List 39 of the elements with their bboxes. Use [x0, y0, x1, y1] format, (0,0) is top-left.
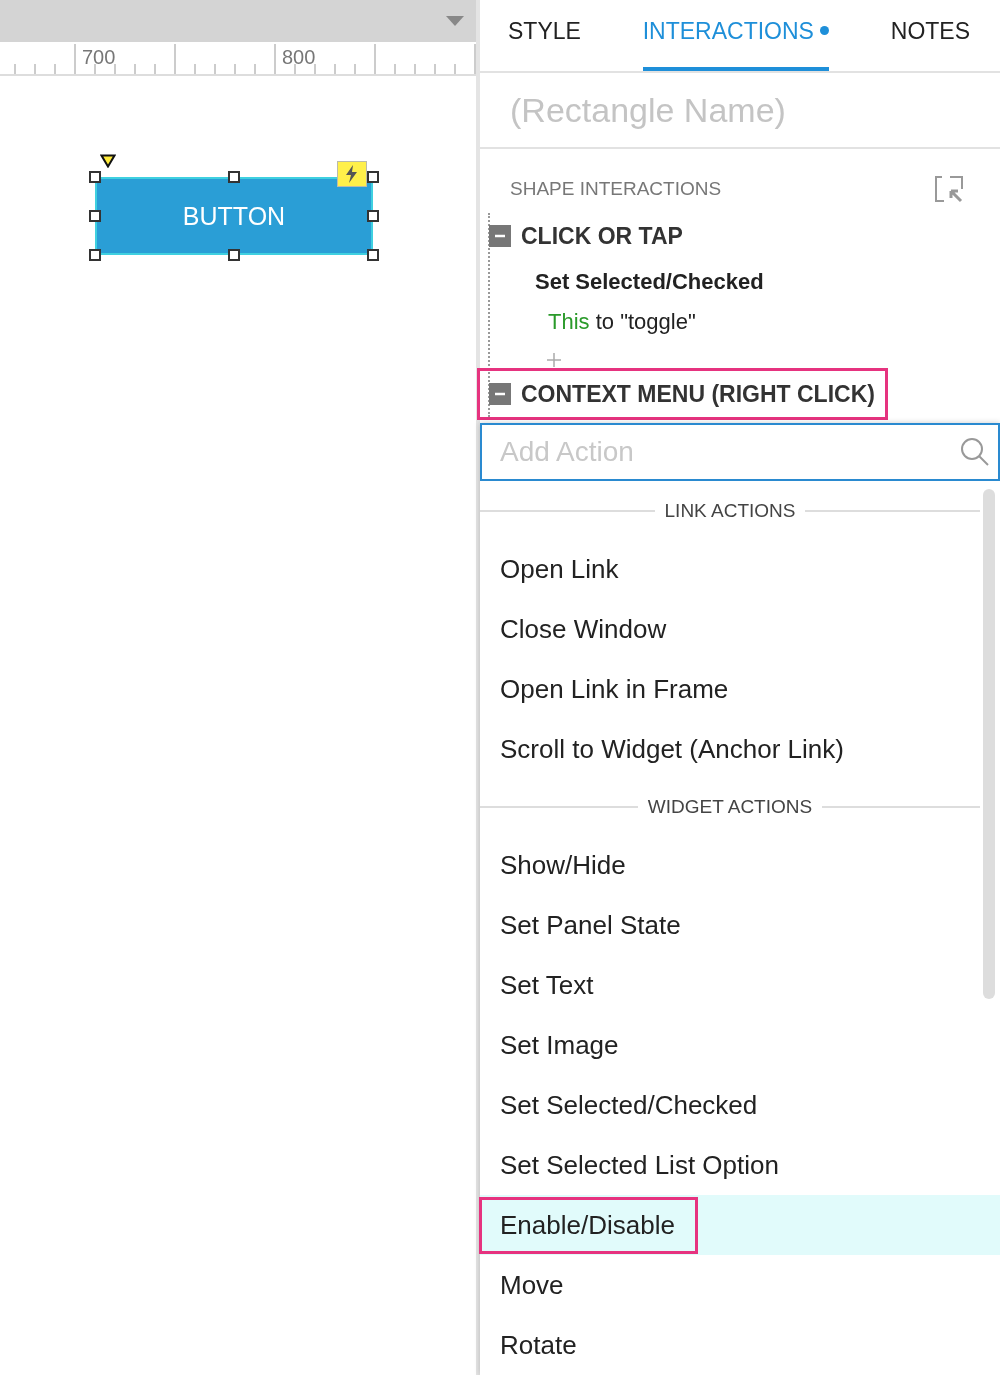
event-header[interactable]: CLICK OR TAP	[480, 213, 693, 259]
action-item[interactable]: Open Link in Frame	[480, 659, 1000, 719]
action-item[interactable]: Set Selected List Option	[480, 1135, 1000, 1195]
action-item[interactable]: Set Panel State	[480, 895, 1000, 955]
scrollbar[interactable]	[983, 489, 995, 999]
action-item[interactable]: Move	[480, 1255, 1000, 1315]
resize-handle[interactable]	[367, 210, 379, 222]
resize-handle[interactable]	[367, 171, 379, 183]
section-title: SHAPE INTERACTIONS	[510, 178, 722, 200]
resize-handle[interactable]	[89, 171, 101, 183]
resize-handle[interactable]	[228, 171, 240, 183]
ruler-label: 700	[82, 46, 116, 69]
triangle-marker-icon	[100, 154, 116, 168]
action-item[interactable]: Open Link	[480, 539, 1000, 599]
tab[interactable]: STYLE	[508, 0, 581, 71]
widget-label: BUTTON	[182, 201, 286, 231]
collapse-panel-icon[interactable]	[934, 175, 964, 203]
action-item[interactable]: Set Text	[480, 955, 1000, 1015]
resize-handle[interactable]	[89, 210, 101, 222]
collapse-icon[interactable]	[489, 383, 511, 405]
search-icon[interactable]	[960, 437, 990, 467]
resize-handle[interactable]	[367, 249, 379, 261]
resize-handle[interactable]	[89, 249, 101, 261]
action-item[interactable]: Scroll to Widget (Anchor Link)	[480, 719, 1000, 779]
action-item[interactable]: Show/Hide	[480, 835, 1000, 895]
group-title: WIDGET ACTIONS	[647, 796, 813, 818]
action-item[interactable]: Set Image	[480, 1015, 1000, 1075]
collapse-icon[interactable]	[489, 225, 511, 247]
action-detail: This to "toggle"	[547, 309, 697, 335]
action-name[interactable]: Set Selected/Checked	[535, 269, 764, 295]
action-item[interactable]: Close Window	[480, 599, 1000, 659]
action-item[interactable]: Rotate	[480, 1315, 1000, 1375]
action-item[interactable]: Set Selected/Checked	[480, 1075, 1000, 1135]
group-title: LINK ACTIONS	[664, 500, 796, 522]
tab[interactable]: NOTES	[890, 0, 970, 71]
resize-handle[interactable]	[228, 249, 240, 261]
action-item[interactable]: Enable/Disable	[480, 1195, 1000, 1255]
ruler-label: 800	[282, 46, 316, 69]
event-header[interactable]: CONTEXT MENU (RIGHT CLICK)	[480, 371, 885, 417]
